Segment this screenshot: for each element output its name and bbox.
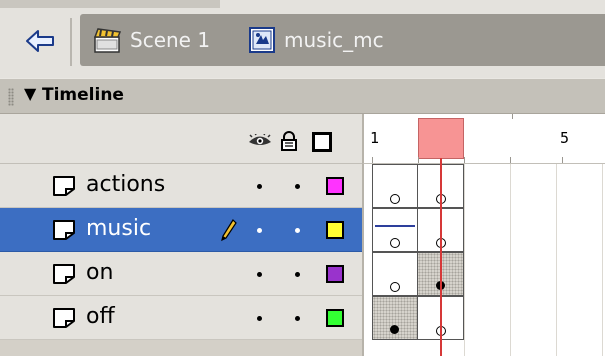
visibility-toggle[interactable] (257, 184, 262, 189)
playhead-line (440, 158, 442, 356)
back-separator (70, 18, 72, 66)
back-arrow-icon (26, 30, 54, 52)
lock-toggle[interactable] (295, 228, 300, 233)
frame-row-actions (364, 164, 605, 208)
breadcrumb-mc-label: music_mc (284, 28, 384, 52)
ruler-tick (562, 157, 563, 163)
breadcrumb-music-mc[interactable]: music_mc (248, 23, 384, 57)
layer-icon (53, 308, 75, 328)
breadcrumb-scene-label: Scene 1 (130, 28, 211, 52)
frame-row-on (364, 252, 605, 296)
layer-name: off (86, 304, 115, 329)
frame-ruler[interactable]: 1 5 (362, 114, 605, 164)
sound-waveform-line (375, 225, 415, 227)
keyframe-cell[interactable] (372, 296, 418, 340)
keyframe-marker (390, 325, 399, 334)
lock-icon[interactable] (280, 131, 298, 151)
visibility-toggle[interactable] (257, 316, 262, 321)
triangle-down-icon[interactable]: ▼ (24, 84, 36, 103)
empty-keyframe-marker (390, 238, 400, 248)
pencil-icon (221, 219, 237, 242)
layer-row-on[interactable]: on (0, 252, 362, 296)
eye-icon[interactable] (248, 134, 272, 148)
layer-icon (53, 220, 75, 240)
playhead[interactable] (418, 118, 464, 159)
flash-timeline-window: Scene 1 music_mc ▼ Timeline 1 5 actions … (0, 0, 605, 356)
layer-row-music[interactable]: music (0, 208, 362, 252)
layer-name: actions (86, 172, 166, 197)
ruler-label-1: 1 (370, 129, 380, 147)
ruler-tick (372, 157, 373, 163)
layer-row-actions[interactable]: actions (0, 164, 362, 208)
ruler-tick-top (512, 114, 513, 119)
outline-color-swatch[interactable] (326, 221, 344, 239)
keyframe-cell[interactable] (372, 208, 418, 252)
empty-keyframe-marker (390, 194, 400, 204)
frame-row-music (364, 208, 605, 252)
visibility-toggle[interactable] (257, 272, 262, 277)
layer-icon (53, 176, 75, 196)
ruler-tick (418, 157, 419, 163)
ruler-tick (510, 157, 511, 163)
outline-color-swatch[interactable] (326, 265, 344, 283)
movieclip-symbol-icon (249, 27, 275, 53)
panel-title: Timeline (42, 85, 124, 105)
edit-bar: Scene 1 music_mc (0, 0, 605, 78)
outline-color-swatch[interactable] (326, 309, 344, 327)
outline-color-swatch[interactable] (326, 177, 344, 195)
timeline-panel-header[interactable]: ▼ Timeline (0, 78, 605, 114)
keyframe-cell[interactable] (372, 252, 418, 296)
visibility-toggle[interactable] (257, 228, 262, 233)
layer-row-off[interactable]: off (0, 296, 362, 340)
keyframe-cell[interactable] (372, 164, 418, 208)
clapperboard-icon (93, 28, 122, 53)
layer-icon (53, 264, 75, 284)
breadcrumb: Scene 1 music_mc (80, 14, 605, 66)
lock-toggle[interactable] (295, 316, 300, 321)
back-button[interactable] (14, 16, 72, 66)
empty-keyframe-marker (390, 282, 400, 292)
outline-icon[interactable] (312, 132, 332, 152)
frame-grid[interactable] (362, 164, 605, 356)
frame-row-off (364, 296, 605, 340)
lock-toggle[interactable] (295, 272, 300, 277)
panel-grip-handle[interactable] (8, 88, 14, 106)
lock-toggle[interactable] (295, 184, 300, 189)
breadcrumb-scene-1[interactable]: Scene 1 (92, 23, 210, 57)
edit-bar-top-edge (0, 0, 220, 8)
layer-header (0, 114, 362, 164)
ruler-tick (464, 157, 465, 163)
layer-name: music (86, 216, 152, 241)
ruler-label-5: 5 (560, 129, 570, 147)
layer-name: on (86, 260, 114, 285)
